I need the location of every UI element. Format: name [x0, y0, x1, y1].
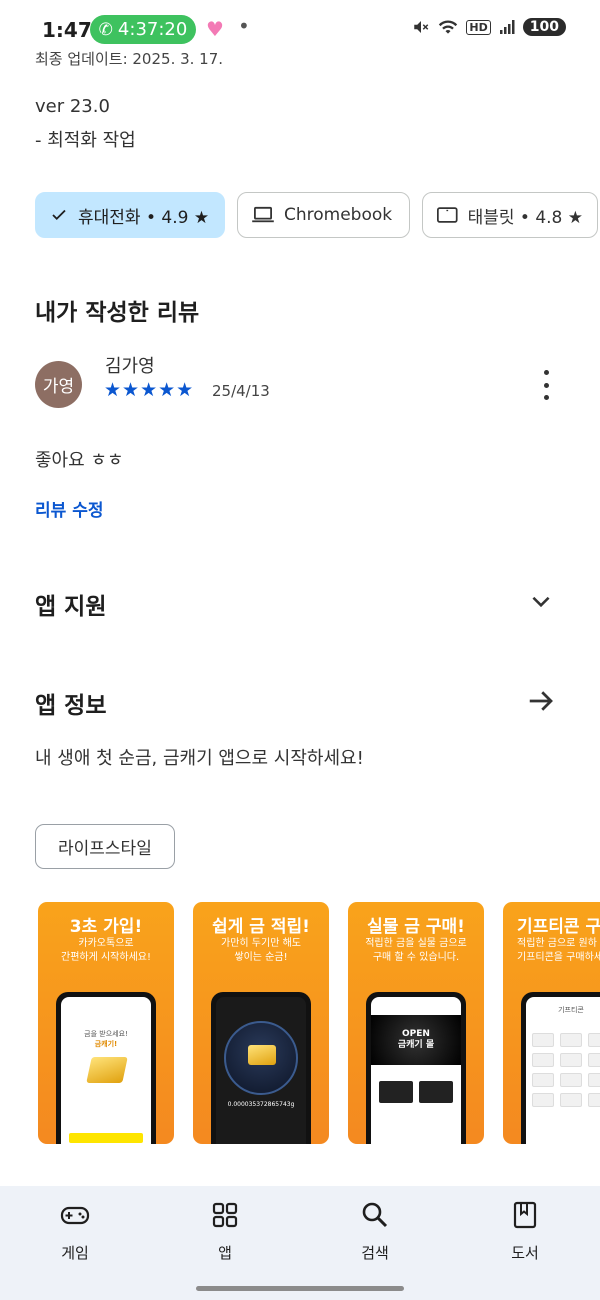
chip-chromebook[interactable]: Chromebook: [237, 192, 410, 238]
heart-icon: ♥: [206, 17, 224, 41]
screen-text-highlight: 금캐기!: [94, 1040, 118, 1048]
gold-gauge: [224, 1021, 298, 1095]
arrow-right-icon[interactable]: [526, 686, 556, 716]
avatar: 가영: [35, 361, 82, 408]
apps-grid-icon: [212, 1202, 238, 1228]
version-text: ver 23.0: [35, 96, 110, 117]
gold-bar-icon: [86, 1057, 128, 1083]
screen-text: 기프티콘: [558, 1006, 584, 1014]
review-text: 좋아요 ㅎㅎ: [35, 450, 124, 471]
screenshot-subtitle: 적립한 금으로 원하 기프티콘을 구매하세: [517, 938, 600, 963]
status-time: 1:47: [42, 18, 92, 42]
phone-mockup: 금을 받으세요! 금캐기!: [56, 992, 156, 1144]
battery-level: 100: [522, 18, 566, 36]
last-updated-text: 최종 업데이트: 2025. 3. 17.: [35, 50, 224, 68]
nav-apps-label: 앱: [218, 1244, 232, 1262]
phone-mockup: 0.000035372865743g: [211, 992, 311, 1144]
review-date: 25/4/13: [212, 382, 270, 400]
nav-games[interactable]: 게임: [35, 1200, 115, 1263]
status-icons: HD 100: [412, 18, 566, 36]
gold-product-card: [419, 1081, 453, 1103]
gamepad-icon: [60, 1206, 90, 1225]
screenshot-headline: 쉽게 금 적립!: [212, 917, 310, 937]
screenshot-subtitle: 가만히 두기만 해도 쌓이는 순금!: [221, 938, 301, 963]
version-note: - 최적화 작업: [35, 130, 136, 151]
notification-dot-icon: •: [238, 14, 250, 38]
home-gesture-bar[interactable]: [196, 1286, 404, 1291]
nav-games-label: 게임: [61, 1244, 89, 1262]
app-description: 내 생애 첫 순금, 금캐기 앱으로 시작하세요!: [35, 748, 364, 769]
device-filter-chips: 휴대전화 • 4.9 ★ Chromebook 태블릿 • 4.8 ★: [35, 192, 598, 238]
more-options-icon[interactable]: [534, 370, 558, 400]
nav-books-label: 도서: [511, 1244, 539, 1262]
phone-icon: ✆: [98, 19, 113, 40]
chip-phone-label: 휴대전화 • 4.9 ★: [78, 207, 210, 228]
edit-review-link[interactable]: 리뷰 수정: [35, 496, 103, 521]
bottom-navigation: 게임 앱 검색 도서: [0, 1186, 600, 1300]
call-timer-pill[interactable]: ✆ 4:37:20: [90, 15, 196, 44]
wifi-icon: [439, 20, 458, 34]
laptop-icon: [252, 206, 274, 223]
nav-books[interactable]: 도서: [485, 1200, 565, 1263]
chevron-down-icon[interactable]: [528, 588, 554, 614]
brand-grid: [532, 1033, 600, 1107]
gold-amount: 0.000035372865743g: [227, 1101, 295, 1108]
check-icon: [52, 209, 66, 221]
screenshot-4[interactable]: 기프티콘 구 적립한 금으로 원하 기프티콘을 구매하세 기프티콘: [503, 902, 600, 1144]
screenshot-headline: 실물 금 구매!: [367, 917, 465, 937]
bookmark-book-icon: [513, 1201, 537, 1229]
chip-phone[interactable]: 휴대전화 • 4.9 ★: [35, 192, 225, 238]
signal-icon: [499, 20, 515, 34]
screenshot-3[interactable]: 실물 금 구매! 적립한 금을 실물 금으로 구매 할 수 있습니다. OPEN…: [348, 902, 484, 1144]
call-timer: 4:37:20: [117, 19, 188, 40]
screenshot-headline: 기프티콘 구: [517, 917, 600, 937]
screen-text: 금을 받으세요!: [84, 1030, 128, 1038]
screenshot-2[interactable]: 쉽게 금 적립! 가만히 두기만 해도 쌓이는 순금! 0.0000353728…: [193, 902, 329, 1144]
hd-voice-icon: HD: [466, 19, 491, 35]
nav-search[interactable]: 검색: [335, 1200, 415, 1263]
mute-icon: [414, 21, 429, 33]
screenshot-carousel[interactable]: 3초 가입! 카카오톡으로 간편하게 시작하세요! 금을 받으세요! 금캐기! …: [38, 902, 600, 1146]
status-bar: 1:47 ✆ 4:37:20 ♥ • HD 100: [0, 0, 600, 44]
screenshot-headline: 3초 가입!: [69, 917, 143, 937]
screenshot-1[interactable]: 3초 가입! 카카오톡으로 간편하게 시작하세요! 금을 받으세요! 금캐기!: [38, 902, 174, 1144]
phone-mockup: OPEN 금캐기 몰: [366, 992, 466, 1144]
tablet-icon: [437, 207, 458, 223]
chip-chromebook-label: Chromebook: [284, 205, 393, 225]
gold-product-card: [379, 1081, 413, 1103]
nav-apps[interactable]: 앱: [185, 1200, 265, 1263]
rating-stars: ★★★★★: [104, 379, 195, 401]
app-support-title[interactable]: 앱 지원: [35, 587, 107, 621]
chip-tablet-label: 태블릿 • 4.8 ★: [467, 207, 583, 228]
app-info-title[interactable]: 앱 정보: [35, 686, 107, 720]
kakao-login-button: [69, 1133, 143, 1143]
reviewer-name: 김가영: [105, 356, 155, 377]
open-banner-text: OPEN 금캐기 몰: [397, 1029, 435, 1050]
my-review-title: 내가 작성한 리뷰: [35, 300, 200, 326]
phone-mockup: 기프티콘: [521, 992, 600, 1144]
screenshot-subtitle: 카카오톡으로 간편하게 시작하세요!: [61, 938, 151, 963]
screenshot-subtitle: 적립한 금을 실물 금으로 구매 할 수 있습니다.: [365, 938, 467, 963]
category-chip[interactable]: 라이프스타일: [35, 824, 175, 869]
nav-search-label: 검색: [361, 1244, 389, 1262]
search-icon: [362, 1202, 388, 1228]
chip-tablet[interactable]: 태블릿 • 4.8 ★: [422, 192, 598, 238]
